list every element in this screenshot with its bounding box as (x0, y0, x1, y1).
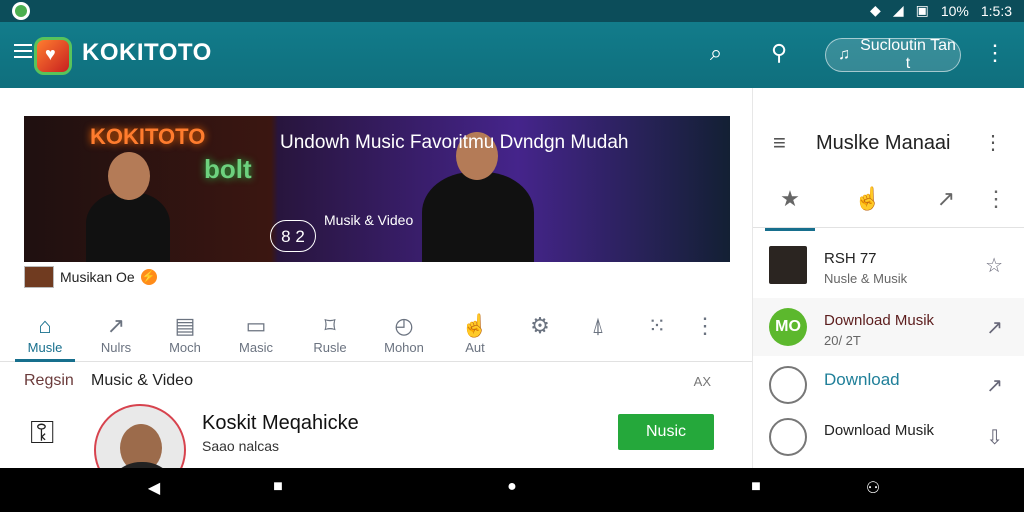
share-icon[interactable]: ↗ (986, 315, 1003, 340)
home-icon: ⌂ (38, 313, 52, 338)
section-header: Regsin Music & Video AX (24, 372, 724, 394)
more-icon: ⋮ (985, 186, 1007, 211)
settings-icon: ⚙ (530, 313, 550, 338)
tab-rusle[interactable]: ⌑ Rusle (300, 312, 360, 355)
recent-apps-icon[interactable]: ■ (744, 478, 768, 502)
neon-sign: KOKITOTO (90, 124, 206, 149)
share-tab[interactable]: ↗ (921, 186, 971, 212)
app-title: KOKITOTO (82, 39, 212, 66)
time: 1:5:3 (980, 2, 1012, 19)
home-icon[interactable]: ■ (266, 478, 290, 502)
section-title: Music & Video (91, 372, 193, 389)
more-icon[interactable]: ⋮ (983, 130, 1003, 155)
panel-tabs: ★ ☝ ↗ ⋮ (753, 176, 1024, 231)
music-button[interactable]: Nusic (618, 414, 714, 450)
subscription-button[interactable]: ♫ Sucloutin Tan t (825, 37, 961, 72)
status-app-icon (12, 2, 30, 20)
section-label: Regsin (24, 372, 74, 389)
tab-moch[interactable]: ▤ Moch (155, 312, 215, 355)
bookmark-icon: ⌑ (324, 313, 336, 338)
wifi-icon: ◆ (870, 2, 881, 18)
pin-icon: ⍋ (591, 313, 605, 338)
app-bar: KOKITOTO ⌕ ⚲ ♫ Sucloutin Tan t ⋮ (0, 22, 1024, 88)
download-icon (769, 418, 807, 456)
back-icon[interactable]: ◀ (142, 478, 166, 502)
menu-icon[interactable]: ≡ (773, 130, 786, 156)
download-music-item[interactable]: MO Download Musik 20/ 2T ↗ (753, 298, 1024, 356)
music-manager-panel: ≡ Muslke Manaai ⋮ ★ ☝ ↗ ⋮ RSH 77 Nusle &… (752, 88, 1024, 468)
share-icon: ↗ (106, 313, 126, 338)
battery-percentage: 10% (940, 2, 969, 19)
artist-image-left (86, 152, 170, 262)
music-item-subtitle: Nusle & Musik (824, 271, 908, 286)
download-title: Download Musik (824, 312, 935, 329)
gesture-tab[interactable]: ☝ (843, 186, 893, 212)
screen-icon: ▭ (245, 313, 267, 338)
channel-name: Musikan Oe (60, 269, 135, 285)
tab-aut[interactable]: ☝ Aut (445, 312, 505, 355)
album-icon (769, 246, 807, 284)
profile-search-icon[interactable]: ⚲ (764, 40, 794, 70)
main-content: KOKITOTO bolt Undowh Music Favoritmu Dvn… (0, 88, 752, 496)
download-music-item-2[interactable]: Download Musik ⇩ (753, 408, 1024, 466)
more-icon: ⋮ (694, 313, 716, 338)
hand-icon: ☝ (461, 313, 489, 338)
app-logo (34, 37, 72, 75)
key-icon: ⚿ (30, 414, 55, 450)
more-icon[interactable]: ⋮ (980, 40, 1010, 70)
bell-icon: ♫ (838, 46, 850, 63)
music-item[interactable]: RSH 77 Nusle & Musik ☆ (753, 236, 1024, 294)
music-item-title: RSH 77 (824, 250, 877, 267)
panel-more-tab[interactable]: ⋮ (971, 186, 1021, 212)
panel-title: Muslke Manaai (816, 132, 951, 154)
download-label: Download (824, 370, 900, 389)
download-count: 20/ 2T (824, 333, 861, 348)
download-music-label: Download Musik (824, 422, 935, 439)
download-item[interactable]: Download ↗ (753, 356, 1024, 414)
tab-masic[interactable]: ▭ Masic (226, 312, 286, 355)
music-badge-icon: MO (769, 308, 807, 346)
tab-mohon[interactable]: ◴ Mohon (374, 312, 434, 355)
subscription-label: Sucloutin Tan t (860, 37, 956, 72)
share-icon[interactable]: ↗ (986, 373, 1003, 398)
channel-row[interactable]: Musikan Oe ⚡ (24, 266, 157, 288)
favorites-tab[interactable]: ★ (765, 186, 815, 231)
neon-text: bolt (204, 154, 252, 184)
hero-banner[interactable]: KOKITOTO bolt Undowh Music Favoritmu Dvn… (24, 116, 730, 262)
artist-subtitle: Saao nalcas (202, 438, 280, 454)
category-tabs: ⌂ Musle ↗ Nulrs ▤ Moch ▭ Masic ⌑ Rusle ◴ Mohon… (0, 304, 752, 362)
speed-icon: ◴ (394, 313, 414, 338)
menu-icon[interactable] (14, 44, 32, 58)
verified-icon: ⚡ (140, 269, 157, 285)
artist-name: Koskit Meqahicke (202, 412, 359, 434)
circle-home-icon[interactable]: ● (500, 478, 524, 502)
more-tabs[interactable]: ⋮ (675, 312, 735, 340)
search-icon[interactable]: ⌕ (701, 40, 731, 70)
download-action-icon[interactable]: ⇩ (986, 425, 1003, 450)
artist-image-center (422, 132, 534, 262)
hand-icon: ☝ (854, 186, 882, 211)
tab-nulrs[interactable]: ↗ Nulrs (86, 312, 146, 355)
signal-icon: ◢ (892, 2, 904, 18)
system-navigation-bar: ◀ ■ ● ■ ⚇ (0, 468, 1024, 512)
battery-icon: ▣ (915, 2, 929, 18)
share-icon: ↗ (936, 186, 956, 211)
panel-header: ≡ Muslke Manaai ⋮ (753, 118, 1024, 168)
lock-icon (769, 366, 807, 404)
star-icon: ★ (780, 186, 800, 211)
status-right: ◆ ◢ ▣ 10% 1:5:3 (870, 2, 1012, 19)
banner-title: Undowh Music Favoritmu Dvndgn Mudah (280, 132, 629, 153)
channel-thumbnail (24, 266, 54, 288)
banner-subtitle: Musik & Video (324, 212, 414, 228)
pin-tab[interactable]: ⍋ (568, 312, 628, 340)
section-right-label: AX (693, 374, 711, 389)
status-bar: ◆ ◢ ▣ 10% 1:5:3 (0, 0, 1024, 22)
banner-badge: 8 2 (270, 220, 316, 252)
assistant-icon[interactable]: ⚇ (861, 478, 885, 502)
settings-tab[interactable]: ⚙ (510, 312, 570, 340)
favorite-icon[interactable]: ☆ (985, 253, 1003, 278)
tab-musle[interactable]: ⌂ Musle (15, 312, 75, 362)
list-icon: ▤ (174, 313, 196, 338)
